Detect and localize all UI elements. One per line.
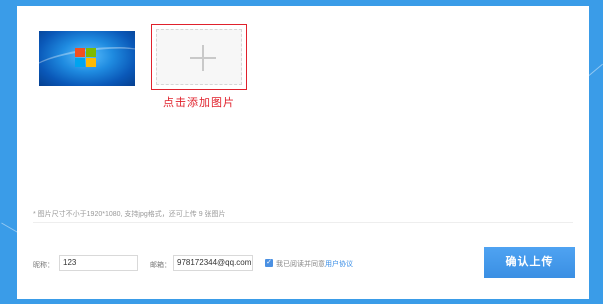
agree-text-label: 我已阅读并同意 <box>276 261 325 268</box>
upload-hint: * 图片尺寸不小于1920*1080, 支持jpg格式，还可上传 9 张图片 <box>33 211 226 218</box>
add-image-label[interactable]: 点击添加图片 <box>151 94 247 110</box>
add-image-dropzone <box>156 29 242 85</box>
user-agreement-link[interactable]: 用户协议 <box>325 261 353 268</box>
uploaded-image-thumbnail[interactable] <box>39 31 135 86</box>
background-streak <box>587 63 603 78</box>
email-label: 邮箱： <box>150 262 171 269</box>
nickname-input[interactable]: 123 <box>59 255 138 271</box>
agree-checkbox[interactable]: ✓ <box>265 259 273 267</box>
add-image-button[interactable] <box>151 24 247 90</box>
confirm-upload-button[interactable]: 确认上传 <box>484 247 575 278</box>
email-input[interactable]: 978172344@qq.com <box>173 255 253 271</box>
upload-panel: 点击添加图片 * 图片尺寸不小于1920*1080, 支持jpg格式，还可上传 … <box>17 6 589 299</box>
plus-icon <box>202 45 204 71</box>
agree-text: 我已阅读并同意用户协议 <box>276 259 353 269</box>
nickname-label: 昵称： <box>33 262 54 269</box>
divider <box>33 222 573 223</box>
windows-logo-icon <box>75 48 97 68</box>
